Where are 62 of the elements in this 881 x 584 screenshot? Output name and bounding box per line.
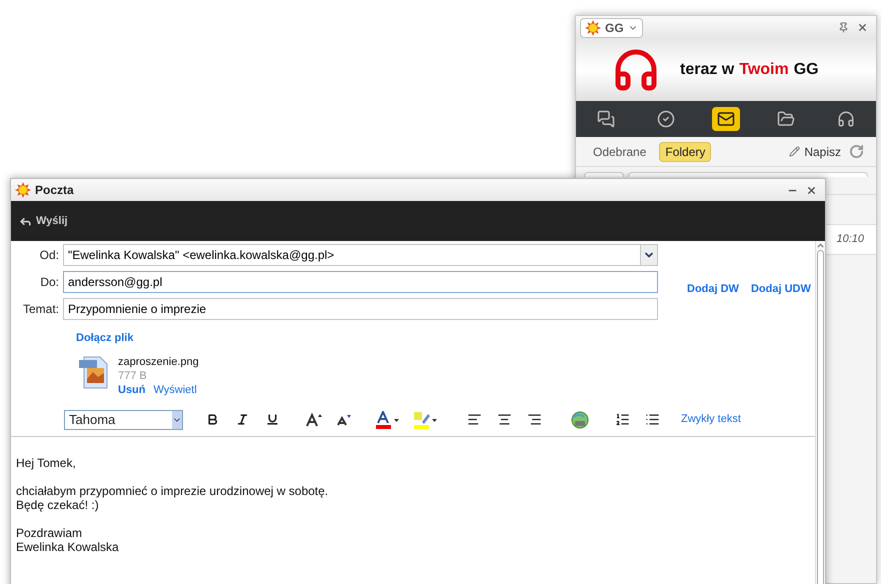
sun-icon (585, 20, 601, 36)
filter-field[interactable] (584, 172, 624, 177)
grow-font-icon (306, 412, 322, 426)
sun-icon (15, 182, 31, 198)
text-color-icon (376, 410, 400, 428)
headphones-icon (837, 110, 855, 128)
align-center-icon (496, 412, 512, 427)
folder-tab[interactable]: Foldery (659, 142, 712, 162)
status-menu-button[interactable]: GG (580, 18, 643, 38)
scroll-thumb[interactable] (817, 250, 824, 584)
close-icon[interactable] (857, 22, 868, 33)
field-label: Od: (38, 247, 60, 264)
text-field[interactable]: Przypomnienie o imprezie (63, 298, 658, 320)
compose-button[interactable]: Napisz (789, 142, 841, 160)
highlight-icon (414, 410, 438, 428)
view-link[interactable]: Wyświetl (154, 382, 197, 396)
send-button[interactable]: Wyślij (19, 212, 68, 230)
folder-tab[interactable]: Odebrane (588, 142, 652, 162)
shrink-font-icon (337, 414, 351, 426)
numbered-list-icon (614, 412, 630, 427)
align-right-icon (526, 412, 542, 427)
font-select[interactable]: Tahoma (64, 410, 183, 430)
pencil-icon (789, 146, 800, 157)
add-recipient-link[interactable]: Dodaj DW (687, 281, 739, 322)
image-file-icon (78, 354, 110, 388)
file-name: zaproszenie.png (118, 354, 199, 368)
body-text: Będę czekać! :) (16, 498, 100, 512)
folder-icon (777, 110, 795, 128)
field-label: Do: (39, 274, 60, 291)
remove-link[interactable]: Usuń (118, 382, 146, 396)
body-text: Hej Tomek, (16, 456, 77, 470)
close-icon[interactable] (806, 184, 817, 196)
bold-icon (206, 413, 218, 426)
italic-icon (236, 413, 248, 426)
attach-file-link[interactable]: Dołącz plik (76, 330, 134, 346)
file-size: 777 B (118, 368, 148, 382)
message-body[interactable]: Hej Tomek, chciałabym przypomnieć o imprezie urodzinowej w sobotę. Będę czekać! :) Pozdrawiam Ewelinka Kowalska (11, 436, 815, 584)
add-recipient-link[interactable]: Dodaj UDW (750, 281, 811, 322)
banner-text: teraz w (680, 60, 734, 80)
check-circle-icon (657, 110, 675, 128)
scroll-up-icon[interactable] (816, 241, 825, 250)
nav-tab[interactable] (712, 107, 740, 131)
window-title: Poczta (35, 182, 74, 199)
bullet-list-icon (644, 412, 660, 427)
message-time: 10:10 (836, 232, 864, 248)
envelope-icon (717, 110, 735, 128)
body-text: chciałabym przypomnieć o imprezie urodzinowej w sobotę. (16, 484, 330, 498)
body-text: Ewelinka Kowalska (16, 540, 120, 554)
search-field[interactable] (628, 172, 868, 177)
body-text: Pozdrawiam (16, 526, 84, 540)
plain-text-link[interactable]: Zwykły tekst (681, 411, 741, 428)
scrollbar[interactable] (815, 241, 825, 584)
chat-bubbles-icon (597, 110, 615, 128)
pin-icon[interactable] (838, 22, 849, 33)
field-label: Temat: (22, 301, 60, 318)
sender-select[interactable]: "Ewelinka Kowalska" <ewelinka.kowalska@gg.pl> (63, 244, 658, 266)
banner-text: GG (794, 60, 819, 80)
align-left-icon (466, 412, 482, 427)
underline-icon (266, 413, 278, 426)
banner-text: Twoim (739, 60, 789, 80)
text-field[interactable]: andersson@gg.pl (63, 271, 658, 293)
refresh-icon[interactable] (849, 144, 864, 159)
